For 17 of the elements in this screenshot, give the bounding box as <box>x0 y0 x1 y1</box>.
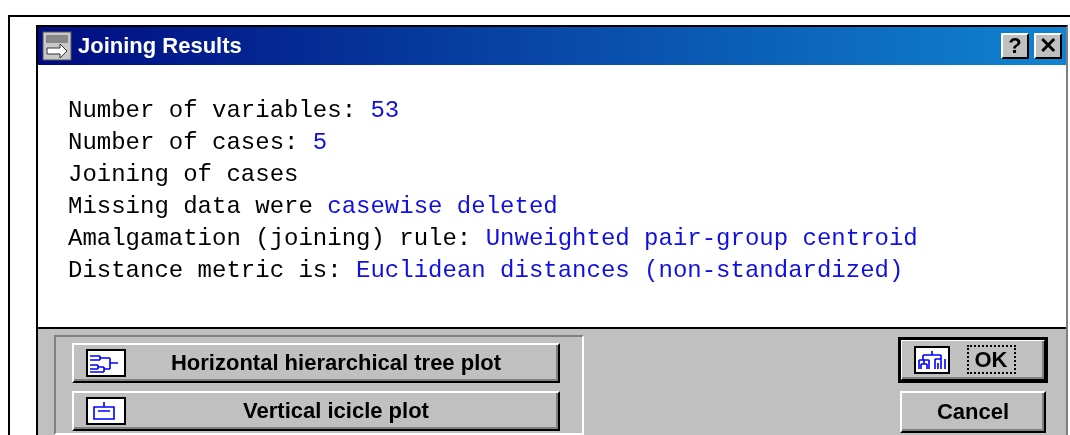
icicle-plot-icon <box>86 397 126 425</box>
tree-plot-icon <box>86 349 126 377</box>
result-line: Number of variables: 53 <box>68 96 400 126</box>
close-button[interactable]: ✕ <box>1034 33 1062 59</box>
app-icon <box>42 31 72 61</box>
window-title: Joining Results <box>78 33 243 59</box>
result-line: Missing data were casewise deleted <box>68 192 558 222</box>
cancel-button[interactable]: Cancel <box>900 391 1046 433</box>
vertical-icicle-button[interactable]: Vertical icicle plot <box>72 391 560 431</box>
result-line: Amalgamation (joining) rule: Unweighted pair-group centroid <box>68 224 918 254</box>
help-button[interactable]: ? <box>1001 33 1029 59</box>
ok-button[interactable]: OK <box>900 339 1046 381</box>
result-line: Distance metric is: Euclidean distances (non-standardized) <box>68 256 904 286</box>
dendrogram-icon <box>914 346 950 374</box>
horizontal-tree-button[interactable]: Horizontal hierarchical tree plot <box>72 343 560 383</box>
result-line: Number of cases: 5 <box>68 128 328 158</box>
result-line: Joining of cases <box>68 160 299 190</box>
